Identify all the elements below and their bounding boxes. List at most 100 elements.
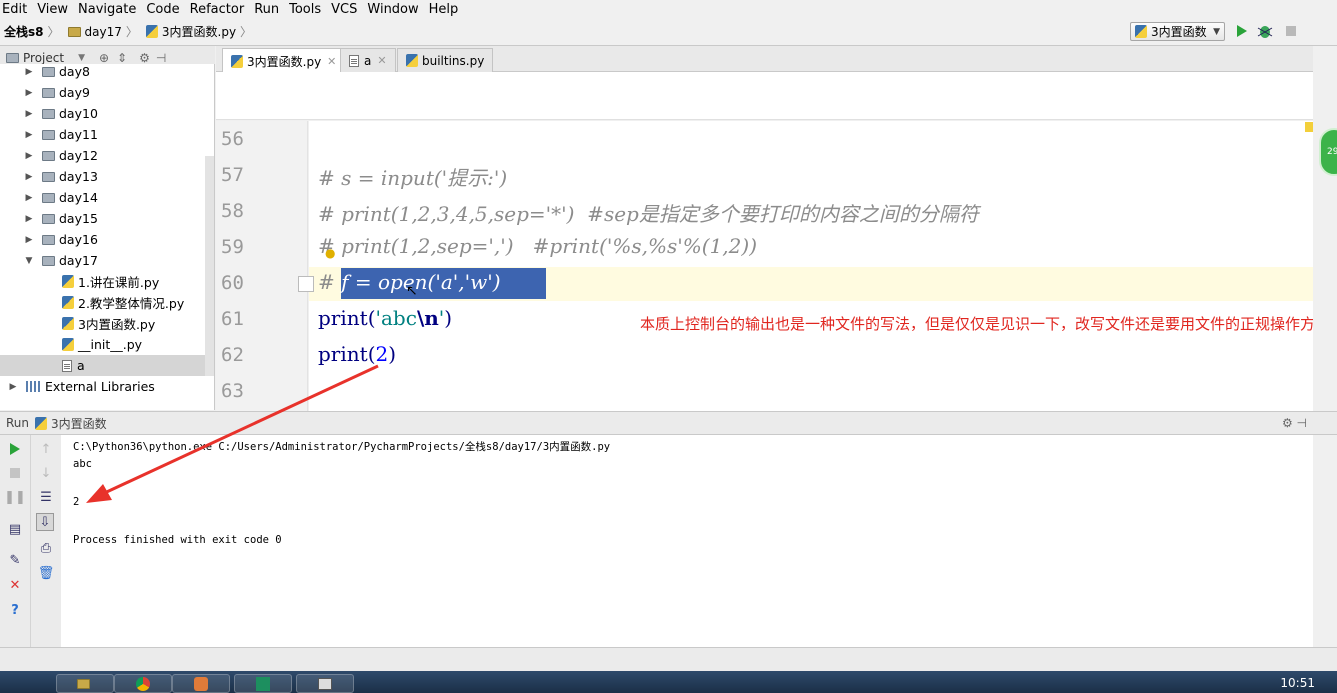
tree-item[interactable]: ▶ day10	[0, 103, 205, 124]
chevron-down-icon[interactable]: ▼	[78, 53, 85, 63]
tab-a[interactable]: a ✕	[340, 48, 396, 72]
expand-right-icon[interactable]: ▶	[22, 172, 36, 182]
close-icon[interactable]: ✕	[377, 54, 386, 67]
expand-right-icon[interactable]: ▶	[22, 109, 36, 119]
gear-icon[interactable]: ⚙ ⊣	[1282, 416, 1307, 430]
tree-item[interactable]: ▼ day17	[0, 250, 205, 271]
explorer-taskbar-app[interactable]	[56, 674, 114, 693]
expand-right-icon[interactable]: ▶	[22, 67, 36, 77]
folder-icon	[76, 678, 90, 689]
fold-marker-icon[interactable]	[298, 276, 314, 292]
paren: (	[367, 306, 376, 330]
expand-right-icon[interactable]: ▶	[22, 88, 36, 98]
rerun-button[interactable]	[6, 440, 24, 458]
editor-scrollbar[interactable]	[1305, 46, 1337, 411]
tree-item[interactable]: ▶ day14	[0, 187, 205, 208]
editor-tabs: 3内置函数.py ✕ a ✕ builtins.py	[216, 46, 1313, 73]
trash-icon[interactable]: 🗑	[37, 564, 55, 582]
pin-icon[interactable]: ✎	[6, 551, 24, 569]
expand-right-icon[interactable]: ▶	[22, 214, 36, 224]
chrome-taskbar-app[interactable]	[114, 674, 172, 693]
tree-item[interactable]: 2.教学整体情况.py	[0, 292, 205, 313]
warning-marker[interactable]	[1305, 122, 1313, 132]
close-run-icon[interactable]: ✕	[6, 576, 24, 594]
pause-button[interactable]: ❚❚	[4, 488, 26, 506]
tree-item-label: day13	[59, 169, 98, 184]
layout-icon[interactable]: ▤	[6, 520, 24, 538]
tree-item[interactable]: ▶ day8	[0, 64, 205, 82]
hide-panel-icon[interactable]: ⊣	[156, 51, 166, 65]
tree-item[interactable]: ▶ day11	[0, 124, 205, 145]
tab-3-builtin-functions[interactable]: 3内置函数.py ✕	[222, 48, 346, 73]
scroll-down-icon[interactable]: ↓	[37, 464, 55, 482]
line-number: 58	[221, 200, 244, 222]
console-scrollbar[interactable]	[1313, 435, 1337, 647]
breadcrumb-root[interactable]: 全栈s8 〉	[0, 23, 64, 40]
debug-button[interactable]	[1256, 22, 1274, 40]
expand-right-icon[interactable]: ▶	[6, 382, 20, 392]
project-panel-title[interactable]: Project	[23, 51, 64, 65]
lightbulb-icon[interactable]: ●	[325, 246, 335, 260]
menu-item-window[interactable]: Window	[367, 2, 418, 17]
tree-item[interactable]: __init__.py	[0, 334, 205, 355]
stop-button[interactable]	[1282, 22, 1300, 40]
terminal-taskbar-app[interactable]	[296, 674, 354, 693]
menu-item-tools[interactable]: Tools	[289, 2, 321, 17]
print-icon[interactable]: ⎙	[37, 539, 55, 557]
expand-right-icon[interactable]: ▶	[22, 235, 36, 245]
tab-builtins[interactable]: builtins.py	[397, 48, 494, 72]
tree-item[interactable]: ▶ day9	[0, 82, 205, 103]
folder-icon	[42, 129, 55, 140]
expand-right-icon[interactable]: ▶	[22, 130, 36, 140]
tree-item[interactable]: ▶ day16	[0, 229, 205, 250]
line-number: 62	[221, 344, 244, 366]
run-console[interactable]: C:\Python36\python.exe C:/Users/Administ…	[61, 435, 1313, 647]
stop-button[interactable]	[6, 464, 24, 482]
menu-item-refactor[interactable]: Refactor	[190, 2, 245, 17]
expand-down-icon[interactable]: ▼	[22, 256, 36, 266]
tree-item[interactable]: 1.讲在课前.py	[0, 271, 205, 292]
project-tree-scrollbar[interactable]	[205, 156, 214, 376]
breadcrumb-file[interactable]: 3内置函数.py 〉	[142, 23, 256, 40]
menu-item-vcs[interactable]: VCS	[331, 2, 357, 17]
line-number: 60	[221, 272, 244, 294]
breadcrumb-folder[interactable]: day17 〉	[64, 23, 142, 40]
paren: )	[388, 342, 397, 366]
code-line-61: print('abc\n')	[318, 306, 452, 330]
collapse-icon[interactable]: ⇕	[117, 51, 127, 65]
soft-wrap-icon[interactable]: ☰	[37, 488, 55, 506]
line-number: 59	[221, 236, 244, 258]
help-icon[interactable]: ?	[6, 601, 24, 619]
menu-item-run[interactable]: Run	[254, 2, 279, 17]
menu-item-help[interactable]: Help	[429, 2, 459, 17]
close-icon[interactable]: ✕	[327, 55, 336, 68]
tree-item[interactable]: ▶ day13	[0, 166, 205, 187]
menu-item-edit[interactable]: Edit	[2, 2, 27, 17]
tree-item[interactable]: a	[0, 355, 205, 376]
menu-item-code[interactable]: Code	[146, 2, 179, 17]
breadcrumb-file-label: 3内置函数.py	[161, 25, 237, 39]
expand-right-icon[interactable]: ▶	[22, 193, 36, 203]
scroll-up-icon[interactable]: ↑	[37, 440, 55, 458]
run-button[interactable]	[1233, 22, 1251, 40]
scroll-to-end-icon[interactable]: ⇩	[36, 513, 54, 531]
tree-item[interactable]: ▶ day15	[0, 208, 205, 229]
taskbar	[0, 671, 1337, 693]
expand-right-icon[interactable]: ▶	[22, 151, 36, 161]
tree-item[interactable]: 3内置函数.py	[0, 313, 205, 334]
library-icon	[26, 381, 40, 392]
run-configuration-select[interactable]: 3内置函数 ▼	[1130, 22, 1225, 41]
locate-icon[interactable]: ⊕	[99, 51, 109, 65]
menu-item-navigate[interactable]: Navigate	[78, 2, 136, 17]
gear-icon[interactable]: ⚙	[139, 51, 150, 65]
python-file-icon	[145, 25, 158, 38]
tree-item-label: 2.教学整体情况.py	[78, 296, 185, 311]
system-clock: 10:51	[1280, 676, 1315, 690]
menu-item-view[interactable]: View	[37, 2, 68, 17]
app-taskbar-app[interactable]	[172, 674, 230, 693]
tree-item[interactable]: ▶ day12	[0, 145, 205, 166]
tree-item[interactable]: ▶ External Libraries	[0, 376, 205, 397]
tree-item-label: day17	[59, 253, 98, 268]
pycharm-taskbar-app[interactable]	[234, 674, 292, 693]
notification-badge[interactable]: 29	[1319, 128, 1337, 176]
